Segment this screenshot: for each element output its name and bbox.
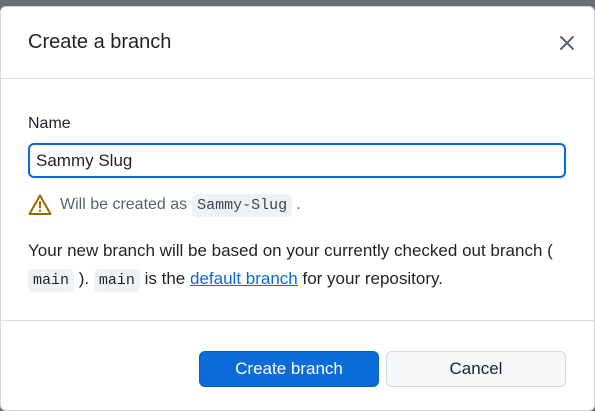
name-label: Name (28, 115, 71, 132)
dialog-body: Name Will be created as Sammy-Slug . You… (1, 79, 594, 321)
current-branch-code: main (28, 269, 75, 292)
cancel-button[interactable]: Cancel (386, 351, 566, 387)
normalized-branch-name: Sammy-Slug (192, 193, 293, 217)
dialog-header: Create a branch (1, 7, 594, 79)
description-part1: Your new branch will be based on your cu… (28, 241, 553, 260)
description-part4: for your repository. (302, 269, 443, 288)
create-branch-button[interactable]: Create branch (199, 351, 379, 387)
default-branch-link[interactable]: default branch (190, 269, 298, 288)
close-icon (560, 36, 574, 50)
dialog-title: Create a branch (28, 31, 172, 53)
warning-message: Will be created as Sammy-Slug . (28, 191, 301, 219)
description-part3: is the (144, 269, 186, 288)
create-branch-dialog: Create a branch Name Will be created as … (0, 6, 595, 411)
warning-suffix: . (296, 196, 301, 213)
warning-icon (28, 194, 52, 215)
branch-description: Your new branch will be based on your cu… (28, 237, 568, 295)
close-button[interactable] (553, 29, 581, 57)
warning-prefix: Will be created as (60, 196, 188, 213)
dialog-footer: Create branch Cancel (1, 321, 594, 409)
description-part2: ). (78, 269, 90, 288)
branch-name-input[interactable] (28, 143, 566, 178)
default-branch-code: main (93, 269, 140, 292)
